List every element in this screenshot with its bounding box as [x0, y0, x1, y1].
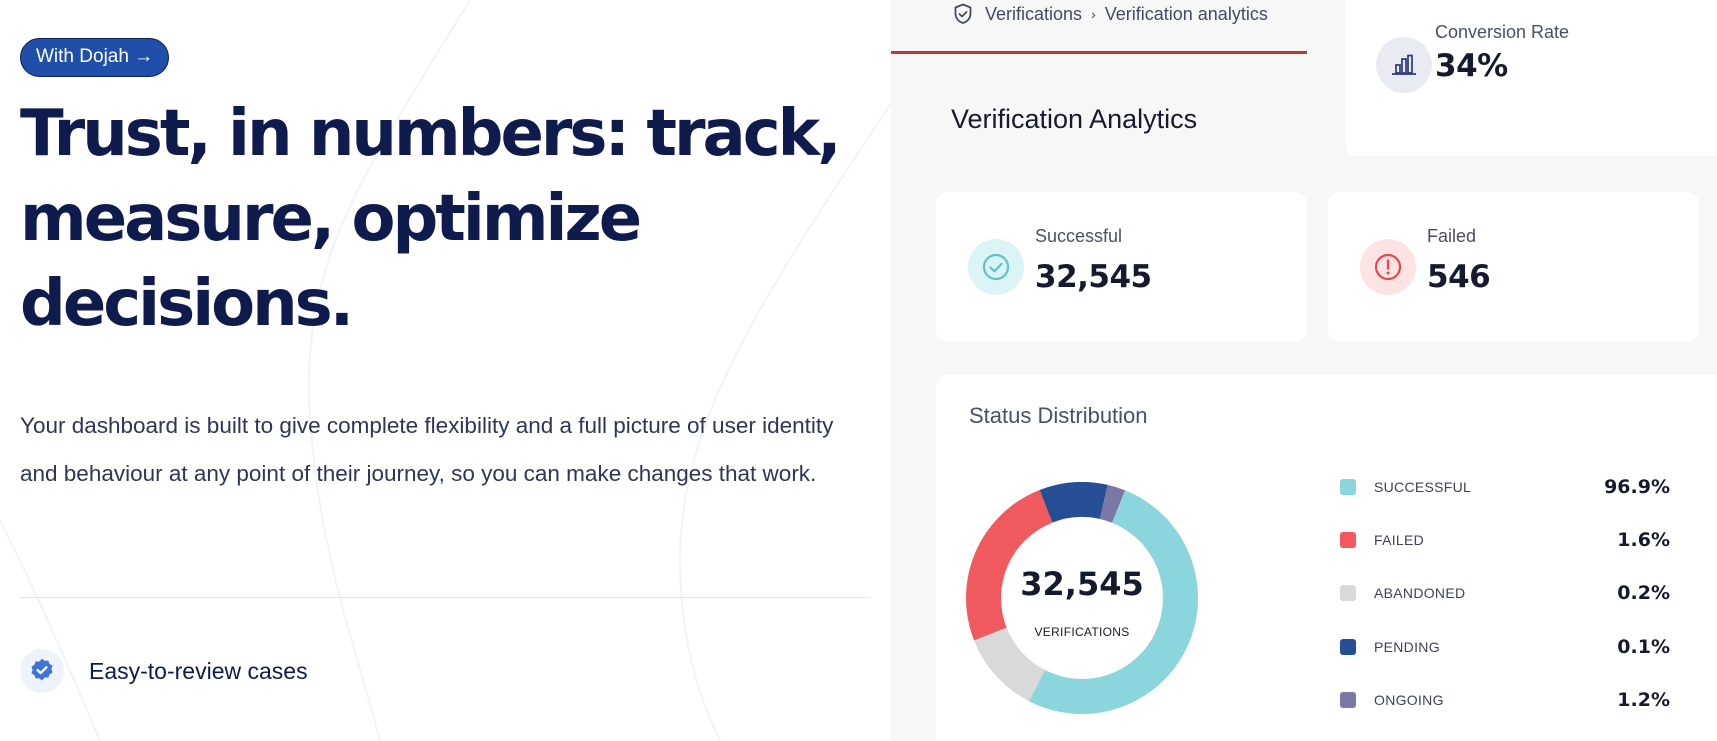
hero-description: Your dashboard is built to give complete… — [20, 413, 834, 486]
analytics-header-panel: Verifications › Verification analytics V… — [891, 0, 1307, 160]
legend-swatch — [1340, 692, 1356, 708]
status-distribution-card: Status Distribution 32,545 VERIFICATIONS… — [936, 375, 1717, 741]
legend-swatch — [1340, 479, 1356, 495]
legend-label: SUCCESSFUL — [1374, 479, 1472, 495]
legend-item-successful: SUCCESSFUL 96.9% — [1340, 475, 1670, 499]
check-circle-icon — [968, 239, 1024, 295]
legend-swatch — [1340, 639, 1356, 655]
legend-label: ONGOING — [1374, 692, 1444, 708]
legend-percent: 96.9% — [1604, 476, 1670, 498]
legend-swatch — [1340, 532, 1356, 548]
feature-label: Easy-to-review cases — [89, 657, 308, 684]
legend-item-ongoing: ONGOING 1.2% — [1340, 688, 1670, 712]
breadcrumb-separator: › — [1091, 6, 1096, 22]
legend-percent: 0.1% — [1617, 636, 1670, 658]
legend-item-abandoned: ABANDONED 0.2% — [1340, 581, 1670, 605]
failed-value: 546 — [1427, 259, 1491, 295]
legend-item-failed: FAILED 1.6% — [1340, 528, 1670, 552]
donut-total-value: 32,545 — [1020, 565, 1144, 603]
breadcrumb: Verifications › Verification analytics — [953, 0, 1268, 28]
verified-badge-icon — [20, 649, 64, 693]
conversion-rate-value: 34% — [1435, 48, 1508, 84]
page-title: Verification Analytics — [951, 104, 1198, 134]
divider — [20, 597, 870, 598]
legend-label: ABANDONED — [1374, 585, 1466, 601]
hero-headline: Trust, in numbers: track, measure, optim… — [20, 97, 842, 341]
legend-label: FAILED — [1374, 532, 1425, 548]
dashboard-preview: Verifications › Verification analytics V… — [891, 0, 1717, 741]
with-dojah-pill[interactable]: With Dojah → — [20, 38, 170, 77]
legend-percent: 1.6% — [1617, 529, 1670, 551]
legend-swatch — [1340, 585, 1356, 601]
successful-value: 32,545 — [1035, 259, 1152, 295]
conversion-rate-label: Conversion Rate — [1435, 22, 1570, 42]
failed-label: Failed — [1427, 226, 1477, 246]
conversion-rate-card: Conversion Rate 34% — [1345, 0, 1717, 156]
bar-chart-icon — [1376, 37, 1432, 93]
legend-label: PENDING — [1374, 639, 1440, 655]
successful-label: Successful — [1035, 226, 1123, 246]
status-distribution-title: Status Distribution — [969, 403, 1148, 428]
alert-circle-icon — [1360, 239, 1416, 295]
shield-check-icon — [953, 3, 973, 25]
feature-item: Easy-to-review cases — [20, 648, 308, 694]
breadcrumb-item-verifications[interactable]: Verifications — [985, 4, 1082, 25]
active-tab-indicator — [891, 51, 1307, 54]
hero-section: With Dojah → Trust, in numbers: track, m… — [20, 0, 870, 741]
successful-card: Successful 32,545 — [936, 192, 1307, 342]
legend-percent: 1.2% — [1617, 689, 1670, 711]
failed-card: Failed 546 — [1328, 192, 1699, 342]
legend-item-pending: PENDING 0.1% — [1340, 635, 1670, 659]
legend-percent: 0.2% — [1617, 582, 1670, 604]
donut-caption: VERIFICATIONS — [1034, 625, 1130, 639]
breadcrumb-item-verification-analytics[interactable]: Verification analytics — [1105, 4, 1268, 25]
